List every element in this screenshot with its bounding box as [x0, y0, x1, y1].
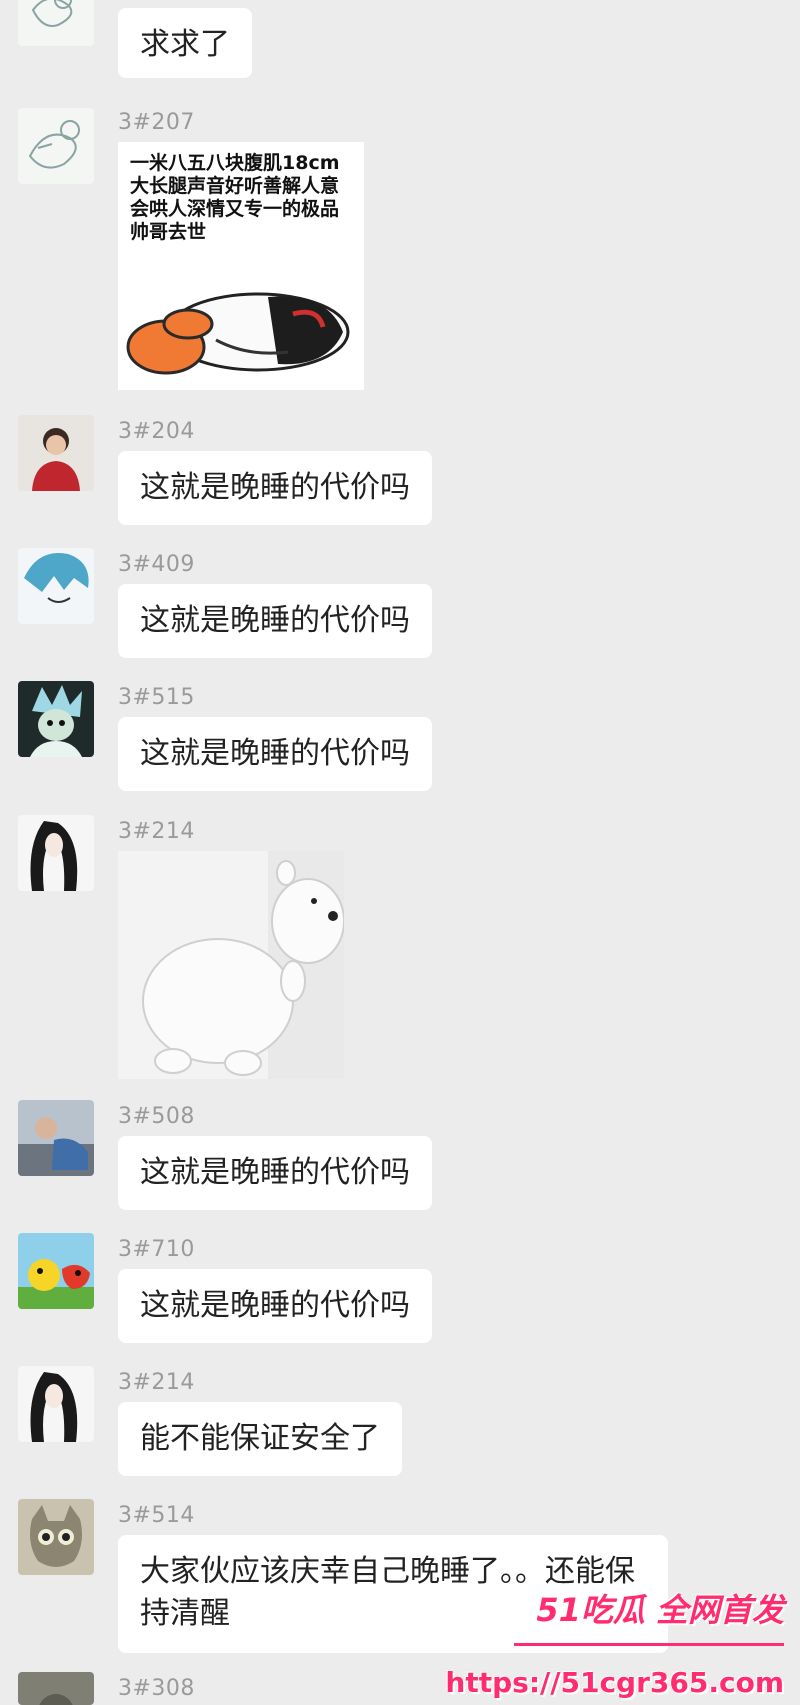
person-photo-avatar-icon[interactable]: [18, 1100, 94, 1176]
sender-name: 3#214: [118, 1370, 195, 1395]
blue-hair-anime-avatar-icon[interactable]: [18, 548, 94, 624]
sticker-caption: 一米八五八块腹肌18cm大长腿声音好听善解人意会哄人深情又专一的极品帅哥去世: [130, 152, 340, 243]
sticker-message[interactable]: 一米八五八块腹肌18cm大长腿声音好听善解人意会哄人深情又专一的极品帅哥去世: [118, 142, 364, 390]
message-bubble[interactable]: 这就是晚睡的代价吗: [118, 451, 432, 525]
sender-name: 3#308: [118, 1676, 195, 1701]
sender-name: 3#204: [118, 419, 195, 444]
cartoon-scientist-avatar-icon[interactable]: [18, 681, 94, 757]
long-hair-sketch-avatar-icon[interactable]: [18, 815, 94, 891]
watermark-logo: 51吃瓜 全网首发: [536, 1591, 784, 1629]
message-bubble[interactable]: 这就是晚睡的代价吗: [118, 1269, 432, 1343]
message-bubble[interactable]: 求求了: [118, 8, 252, 78]
sender-name: 3#514: [118, 1503, 195, 1528]
long-hair-sketch-avatar-icon[interactable]: [18, 1366, 94, 1442]
message-bubble[interactable]: 这就是晚睡的代价吗: [118, 717, 432, 791]
watermark-divider: [514, 1643, 784, 1646]
white-bear-peeking-icon: [118, 851, 344, 1079]
site-watermark: 51吃瓜 全网首发 https://51cgr365.com: [445, 1555, 794, 1705]
message-bubble[interactable]: 能不能保证安全了: [118, 1402, 402, 1476]
sender-name: 3#508: [118, 1104, 195, 1129]
red-jacket-person-avatar-icon[interactable]: [18, 415, 94, 491]
message-bubble[interactable]: 这就是晚睡的代价吗: [118, 584, 432, 658]
sketch-avatar-icon[interactable]: [18, 0, 94, 46]
watermark-url: https://51cgr365.com: [445, 1666, 784, 1699]
partial-avatar-icon[interactable]: [18, 1672, 94, 1705]
cat-avatar-icon[interactable]: [18, 1499, 94, 1575]
message-bubble[interactable]: 这就是晚睡的代价吗: [118, 1136, 432, 1210]
sender-name: 3#515: [118, 685, 195, 710]
sender-name: 3#214: [118, 819, 195, 844]
sticker-message[interactable]: [118, 851, 344, 1079]
chat-message-list[interactable]: 求求了 3#207 一米八五八块腹肌18cm大长腿声音好听善解人意会哄人深情又专…: [0, 0, 800, 1705]
sketch-avatar-icon[interactable]: [18, 108, 94, 184]
sender-name: 3#710: [118, 1237, 195, 1262]
yellow-chick-avatar-icon[interactable]: [18, 1233, 94, 1309]
sender-name: 3#409: [118, 552, 195, 577]
sender-name: 3#207: [118, 110, 195, 135]
